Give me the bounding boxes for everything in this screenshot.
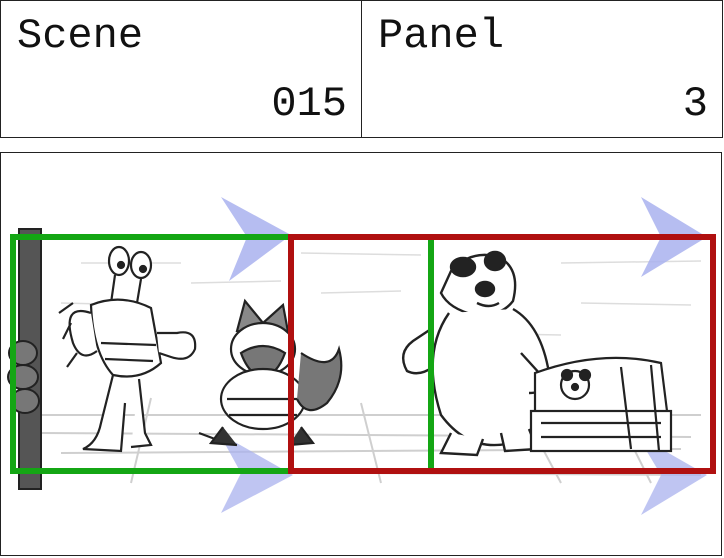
panel-number: 3 (682, 80, 708, 128)
storyboard-header: Scene 015 Panel 3 (0, 0, 724, 140)
panel-label: Panel (378, 12, 505, 60)
crab-character (58, 245, 197, 453)
polar-bear-character (401, 250, 551, 457)
scene-box: Scene 015 (0, 0, 362, 138)
scene-number: 015 (271, 80, 347, 128)
cat-character (198, 298, 343, 447)
storyboard-sketch (7, 197, 716, 515)
storyboard-panel-frame (0, 152, 722, 556)
scene-label: Scene (17, 12, 144, 60)
wall-sketch-lines (60, 252, 702, 336)
treasure-chest (529, 356, 673, 453)
panel-box: Panel 3 (361, 0, 723, 138)
